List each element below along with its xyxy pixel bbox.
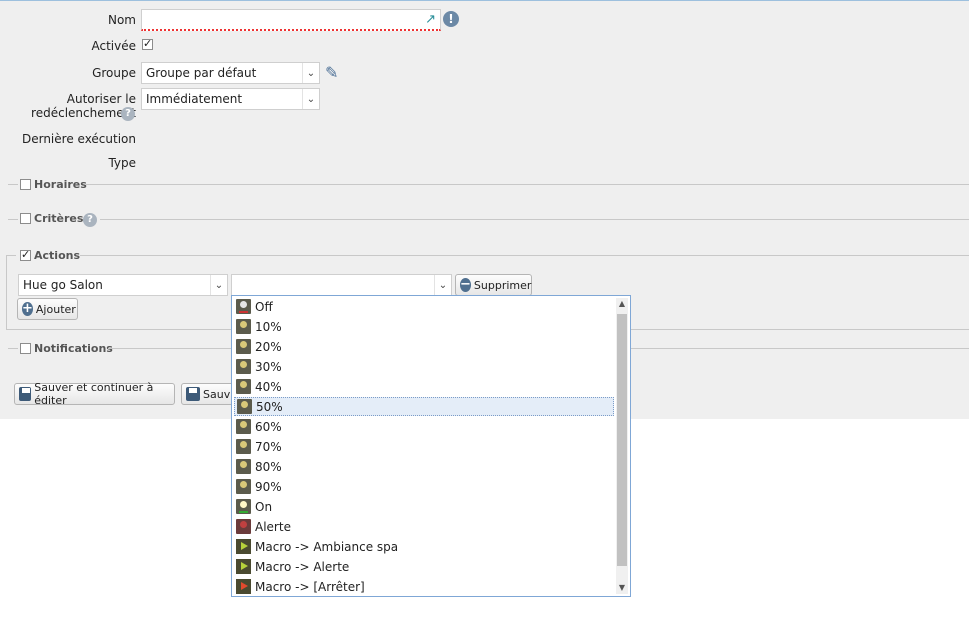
device-value: Hue go Salon: [23, 278, 103, 292]
dropdown-option[interactable]: 20%: [234, 337, 614, 356]
autoriser-value: Immédiatement: [146, 92, 243, 106]
actions-title: Actions: [34, 249, 80, 262]
bulb-off-icon: [236, 299, 251, 314]
bulb-icon: [236, 339, 251, 354]
dropdown-option[interactable]: 10%: [234, 317, 614, 336]
scroll-up-arrow-icon[interactable]: ▲: [616, 298, 628, 310]
dropdown-option[interactable]: Macro -> Ambiance spa: [234, 537, 614, 556]
autoriser-label-line1: Autoriser le: [66, 92, 136, 106]
delete-label: Supprimer: [473, 278, 532, 292]
floppy-icon: [186, 387, 200, 401]
section-divider: [86, 184, 969, 185]
minus-icon: −: [460, 277, 471, 292]
bulb-icon: [236, 319, 251, 334]
criteres-checkbox[interactable]: [20, 213, 31, 224]
dropdown-option[interactable]: 90%: [234, 477, 614, 496]
derniere-execution-label: Dernière exécution: [21, 132, 136, 146]
chevron-down-icon: ⌄: [302, 89, 319, 109]
bulb-on-icon: [236, 499, 251, 514]
dropdown-option[interactable]: Macro -> [Arrêter]: [234, 577, 614, 596]
dropdown-option[interactable]: 70%: [234, 437, 614, 456]
scroll-thumb[interactable]: [617, 314, 627, 566]
dropdown-option[interactable]: 40%: [234, 377, 614, 396]
activee-checkbox[interactable]: [142, 37, 153, 50]
floppy-icon: [19, 387, 32, 401]
bulb-icon: [236, 379, 251, 394]
horaires-checkbox[interactable]: [20, 179, 31, 190]
help-icon[interactable]: ?: [121, 107, 135, 121]
play-icon: [236, 539, 251, 554]
dropdown-option[interactable]: 30%: [234, 357, 614, 376]
chevron-down-icon: ⌄: [434, 275, 451, 295]
plus-icon: +: [22, 301, 33, 316]
notifications-checkbox[interactable]: [20, 343, 31, 354]
dropdown-option[interactable]: Alerte: [234, 517, 614, 536]
section-divider: [100, 219, 969, 220]
action-dropdown-list[interactable]: Off 10% 20% 30% 40% 50% 60% 70% 80% 90% …: [231, 295, 631, 597]
activee-label: Activée: [91, 39, 136, 53]
criteres-title: Critères: [34, 212, 84, 225]
bulb-icon: [236, 359, 251, 374]
chevron-down-icon: ⌄: [210, 275, 227, 295]
nom-input[interactable]: ↗: [141, 9, 441, 31]
add-label: Ajouter: [35, 302, 76, 316]
actions-checkbox[interactable]: [20, 248, 31, 261]
section-divider: [8, 219, 18, 220]
groupe-label: Groupe: [92, 66, 136, 80]
action-select[interactable]: ⌄: [231, 274, 452, 296]
autoriser-select[interactable]: Immédiatement ⌄: [141, 88, 320, 110]
dropdown-option-selected[interactable]: 50%: [234, 397, 614, 416]
play-icon: [236, 559, 251, 574]
notifications-title: Notifications: [34, 342, 113, 355]
section-divider: [8, 184, 18, 185]
bulb-icon: [237, 399, 252, 414]
save-label: Sauv: [203, 387, 231, 401]
edit-pencil-icon[interactable]: ✎: [325, 63, 338, 82]
alert-icon: [236, 519, 251, 534]
groupe-value: Groupe par défaut: [146, 66, 257, 80]
scroll-down-arrow-icon[interactable]: ▼: [616, 582, 628, 594]
run-icon: ↗: [425, 12, 436, 27]
dropdown-option[interactable]: On: [234, 497, 614, 516]
groupe-select[interactable]: Groupe par défaut ⌄: [141, 62, 320, 84]
warning-icon: !: [443, 11, 459, 27]
dropdown-option[interactable]: 80%: [234, 457, 614, 476]
chevron-down-icon: ⌄: [302, 63, 319, 83]
save-continue-button[interactable]: Sauver et continuer à éditer: [14, 381, 175, 407]
save-continue-label: Sauver et continuer à éditer: [34, 381, 154, 407]
bulb-icon: [236, 459, 251, 474]
bulb-icon: [236, 419, 251, 434]
dropdown-option[interactable]: Macro -> Alerte: [234, 557, 614, 576]
dropdown-option[interactable]: Off: [234, 297, 614, 316]
stop-macro-icon: [236, 579, 251, 594]
type-label: Type: [108, 156, 136, 170]
dropdown-scrollbar[interactable]: ▲ ▼: [616, 298, 628, 594]
section-divider: [8, 348, 18, 349]
delete-button[interactable]: − Supprimer: [455, 274, 532, 296]
device-select[interactable]: Hue go Salon ⌄: [18, 274, 228, 296]
add-button[interactable]: + Ajouter: [17, 298, 78, 320]
nom-label: Nom: [107, 13, 136, 27]
dropdown-option[interactable]: 60%: [234, 417, 614, 436]
horaires-title: Horaires: [34, 178, 87, 191]
bulb-icon: [236, 479, 251, 494]
bulb-icon: [236, 439, 251, 454]
help-icon[interactable]: ?: [83, 213, 97, 227]
